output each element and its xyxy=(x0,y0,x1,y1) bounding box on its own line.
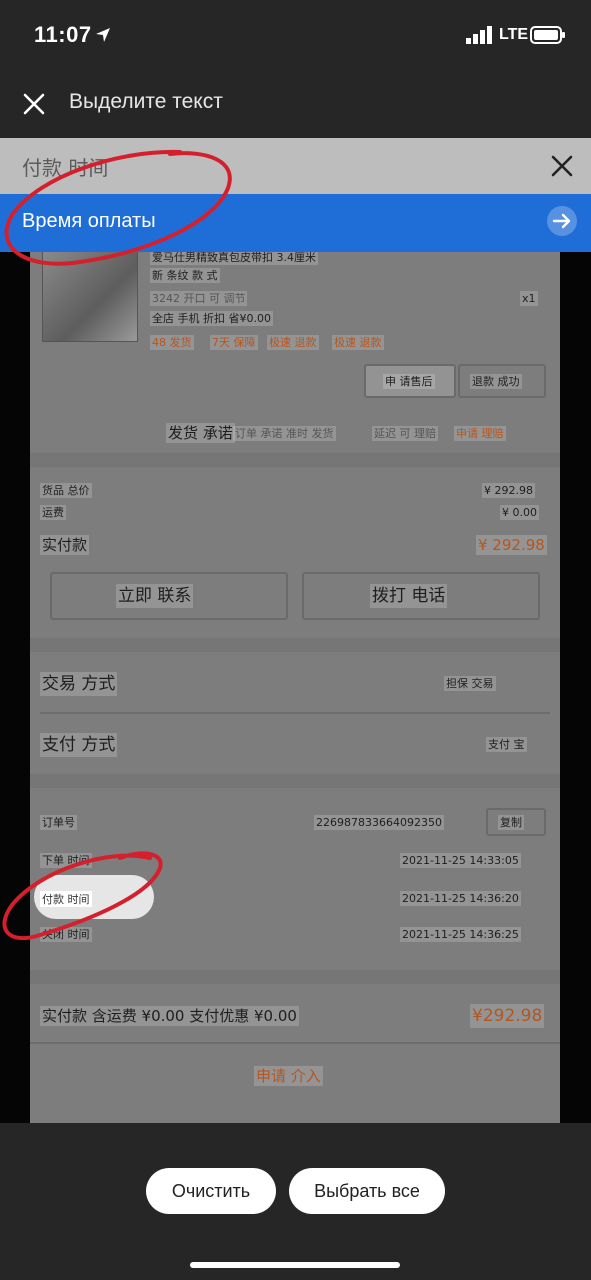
freight-value[interactable]: ¥ 0.00 xyxy=(500,505,539,520)
camera-photo: 爱马仕男精致真包皮带扣 3.4厘米 新 条纹 款 式 3242 开口 可 调节 … xyxy=(0,138,591,1123)
promise-note[interactable]: 订单 承诺 准时 发货 xyxy=(233,426,336,441)
battery-icon xyxy=(530,26,565,44)
product-sku[interactable]: 3242 开口 可 调节 xyxy=(150,291,248,306)
row-divider xyxy=(30,1042,560,1044)
contact-call-label[interactable]: 拨打 电话 xyxy=(370,584,448,608)
promise-delay[interactable]: 延迟 可 理赔 xyxy=(372,426,438,441)
trade-method-label[interactable]: 交易 方式 xyxy=(40,672,118,696)
close-time-value[interactable]: 2021-11-25 14:36:25 xyxy=(400,927,521,942)
translation-text: Время оплаты xyxy=(22,210,156,232)
order-time-value[interactable]: 2021-11-25 14:33:05 xyxy=(400,853,521,868)
goods-total-value[interactable]: ¥ 292.98 xyxy=(482,483,535,498)
status-bar: 11:07 LTE xyxy=(0,0,591,70)
product-tag[interactable]: 7天 保障 xyxy=(210,335,258,350)
footer-paid-line[interactable]: 实付款 含运费 ¥0.00 支付优惠 ¥0.00 xyxy=(40,1006,299,1026)
section-divider xyxy=(30,638,560,652)
close-icon[interactable] xyxy=(550,154,574,178)
section-divider xyxy=(30,774,560,788)
status-time: 11:07 xyxy=(34,22,92,47)
detected-text: 付款 时间 xyxy=(22,156,109,180)
trade-method-value[interactable]: 担保 交易 xyxy=(444,676,496,691)
signal-icon xyxy=(466,26,492,44)
photographed-screen: 爱马仕男精致真包皮带扣 3.4厘米 新 条纹 款 式 3242 开口 可 调节 … xyxy=(30,138,560,1123)
order-no-value[interactable]: 226987833664092350 xyxy=(314,815,444,830)
pay-method-label[interactable]: 支付 方式 xyxy=(40,733,118,757)
pay-time-label[interactable]: 付款 时间 xyxy=(40,891,92,907)
product-tag[interactable]: 极速 退款 xyxy=(267,335,319,350)
section-divider xyxy=(30,453,560,467)
translation-bar[interactable]: Время оплаты xyxy=(0,194,591,252)
pay-method-value[interactable]: 支付 宝 xyxy=(486,737,527,752)
top-bar: Выделите текст xyxy=(0,70,591,138)
product-thumbnail xyxy=(42,248,138,342)
goods-total-label[interactable]: 货品 总价 xyxy=(40,483,92,498)
product-tag[interactable]: 48 发货 xyxy=(150,335,194,350)
network-label: LTE xyxy=(499,26,529,43)
product-desc[interactable]: 全店 手机 折扣 省¥0.00 xyxy=(150,311,273,326)
product-qty[interactable]: x1 xyxy=(520,291,538,306)
footer-paid-amount[interactable]: ¥292.98 xyxy=(470,1004,545,1028)
close-time-label[interactable]: 关闭 时间 xyxy=(40,927,92,942)
promise-claim[interactable]: 申请 理赔 xyxy=(454,426,506,441)
home-indicator xyxy=(190,1262,400,1268)
location-icon xyxy=(96,28,110,42)
promise-label[interactable]: 发货 承诺 xyxy=(166,423,235,443)
select-all-button[interactable]: Выбрать все xyxy=(289,1168,445,1214)
contact-chat-label[interactable]: 立即 联系 xyxy=(116,584,194,608)
intervene-label[interactable]: 申请 介入 xyxy=(254,1066,323,1086)
detected-text-bar: 付款 时间 xyxy=(0,138,591,194)
section-divider xyxy=(30,970,560,984)
copy-label[interactable]: 复制 xyxy=(498,815,524,830)
arrow-right-icon[interactable] xyxy=(546,205,578,237)
selected-word-highlight[interactable]: 付款 时间 xyxy=(34,875,154,919)
paid-value[interactable]: ¥ 292.98 xyxy=(476,535,547,555)
order-no-label[interactable]: 订单号 xyxy=(40,815,77,830)
freight-label[interactable]: 运费 xyxy=(40,505,66,520)
page-title: Выделите текст xyxy=(69,90,223,113)
row-divider xyxy=(40,712,550,714)
refund-status-label[interactable]: 退款 成功 xyxy=(470,374,522,389)
clear-button[interactable]: Очистить xyxy=(146,1168,276,1214)
after-sale-label[interactable]: 申 请售后 xyxy=(383,374,435,389)
close-icon[interactable] xyxy=(22,92,46,116)
product-title-line2[interactable]: 新 条纹 款 式 xyxy=(150,268,220,283)
product-tag[interactable]: 极速 退款 xyxy=(332,335,384,350)
order-time-label[interactable]: 下单 时间 xyxy=(40,853,92,868)
product-title-line1[interactable]: 爱马仕男精致真包皮带扣 3.4厘米 xyxy=(150,250,318,265)
pay-time-value[interactable]: 2021-11-25 14:36:20 xyxy=(400,891,521,906)
paid-label[interactable]: 实付款 xyxy=(40,535,90,555)
